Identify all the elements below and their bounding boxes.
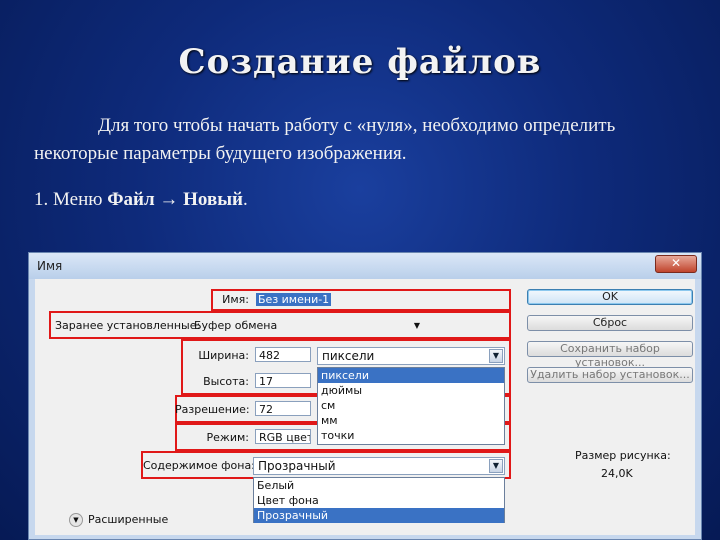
- slide-title: Создание файлов: [178, 42, 542, 82]
- units-list: пиксели дюймы см мм точки: [317, 367, 505, 445]
- units-option[interactable]: точки: [318, 428, 504, 443]
- new-file-dialog: Имя ✕ Имя: Без имени-1 Заранее установле…: [28, 252, 702, 540]
- intro-paragraph: Для того чтобы начать работу с «нуля», н…: [34, 115, 616, 164]
- menu-file: Файл: [107, 189, 155, 210]
- units-value: пиксели: [322, 349, 375, 363]
- name-value: Без имени-1: [256, 293, 332, 306]
- chevron-down-icon: ▼: [489, 349, 503, 363]
- preset-dropdown[interactable]: Буфер обмена ▼: [191, 318, 422, 333]
- contents-dropdown[interactable]: Прозрачный ▼: [253, 457, 505, 475]
- height-field[interactable]: 17: [255, 373, 311, 388]
- menu-instruction: 1. Меню Файл → Новый.: [34, 186, 694, 214]
- chevron-down-icon: ▼: [489, 459, 503, 473]
- units-option[interactable]: мм: [318, 413, 504, 428]
- menu-prefix: 1. Меню: [34, 189, 108, 210]
- close-button[interactable]: ✕: [655, 255, 697, 273]
- delete-preset-button[interactable]: Удалить набор установок...: [527, 367, 693, 383]
- name-field[interactable]: Без имени-1: [253, 292, 505, 307]
- menu-new: Новый: [183, 189, 243, 210]
- image-size-label: Размер рисунка:: [575, 449, 671, 462]
- preset-value: Буфер обмена: [194, 319, 278, 332]
- menu-end: .: [243, 189, 248, 210]
- dialog-body: Имя: Без имени-1 Заранее установленные: …: [35, 279, 695, 535]
- menu-arrow: →: [159, 189, 179, 210]
- units-dropdown[interactable]: пиксели ▼: [317, 347, 505, 365]
- contents-label: Содержимое фона:: [143, 459, 255, 472]
- units-option[interactable]: см: [318, 398, 504, 413]
- resolution-field[interactable]: 72: [255, 401, 311, 416]
- contents-option[interactable]: Белый: [254, 478, 504, 493]
- advanced-toggle[interactable]: ▼ Расширенные: [69, 513, 168, 527]
- contents-value: Прозрачный: [258, 459, 336, 473]
- save-preset-button[interactable]: Сохранить набор установок...: [527, 341, 693, 369]
- close-icon: ✕: [670, 256, 682, 270]
- resolution-label: Разрешение:: [175, 403, 250, 416]
- units-option[interactable]: пиксели: [318, 368, 504, 383]
- mode-field[interactable]: RGB цвет: [255, 429, 311, 444]
- chevron-down-icon: ▼: [69, 513, 83, 527]
- contents-list: Белый Цвет фона Прозрачный: [253, 477, 505, 523]
- width-label: Ширина:: [198, 349, 249, 362]
- units-option[interactable]: дюймы: [318, 383, 504, 398]
- width-field[interactable]: 482: [255, 347, 311, 362]
- height-label: Высота:: [203, 375, 249, 388]
- advanced-label: Расширенные: [88, 513, 169, 526]
- name-label: Имя:: [222, 293, 249, 306]
- preset-label: Заранее установленные:: [55, 319, 201, 332]
- dialog-title: Имя: [37, 259, 63, 273]
- contents-option[interactable]: Цвет фона: [254, 493, 504, 508]
- dialog-titlebar: Имя ✕: [29, 253, 701, 279]
- ok-button[interactable]: OK: [527, 289, 693, 305]
- chevron-down-icon: ▼: [413, 321, 420, 330]
- cancel-button[interactable]: Сброс: [527, 315, 693, 331]
- contents-option[interactable]: Прозрачный: [254, 508, 504, 523]
- image-size-value: 24,0K: [601, 467, 633, 480]
- mode-label: Режим:: [206, 431, 249, 444]
